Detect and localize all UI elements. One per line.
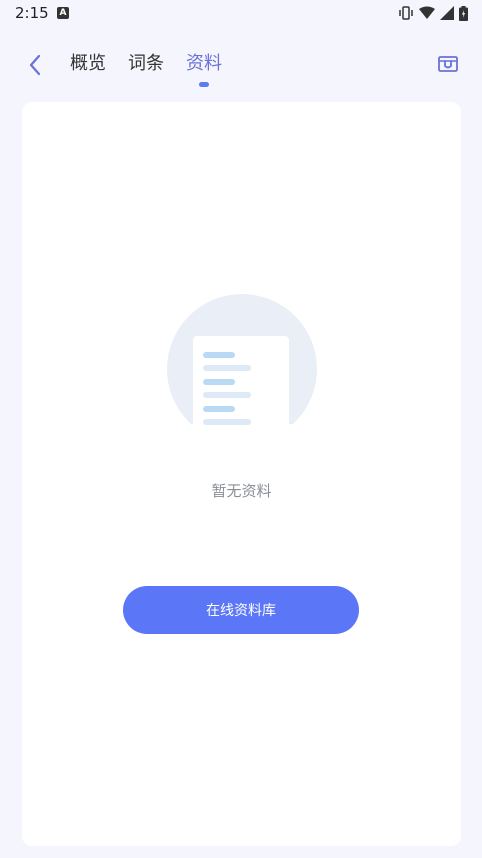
tab-bar: 概览 词条 资料 xyxy=(70,49,222,87)
online-library-button[interactable]: 在线资料库 xyxy=(123,586,359,634)
chevron-left-icon xyxy=(29,54,41,76)
empty-state-text: 暂无资料 xyxy=(211,482,272,500)
status-icons xyxy=(398,4,468,22)
content-card: 暂无资料 在线资料库 xyxy=(22,102,461,846)
cell-signal-icon xyxy=(440,6,454,20)
active-tab-indicator xyxy=(199,82,209,87)
status-app-icon: A xyxy=(57,7,69,19)
top-bar: 概览 词条 资料 xyxy=(0,40,482,87)
tab-materials-label: 资料 xyxy=(186,53,222,74)
battery-icon xyxy=(459,5,468,21)
box-button[interactable] xyxy=(436,52,460,76)
box-icon xyxy=(438,56,458,72)
document-icon xyxy=(167,294,317,444)
status-bar: 2:15 A xyxy=(0,0,482,28)
back-button[interactable] xyxy=(20,50,50,80)
status-time: 2:15 xyxy=(15,4,49,22)
tab-overview[interactable]: 概览 xyxy=(70,49,106,75)
tab-materials[interactable]: 资料 xyxy=(186,49,222,87)
vibrate-icon xyxy=(399,6,413,20)
tab-entries[interactable]: 词条 xyxy=(128,49,164,75)
wifi-icon xyxy=(419,6,435,19)
